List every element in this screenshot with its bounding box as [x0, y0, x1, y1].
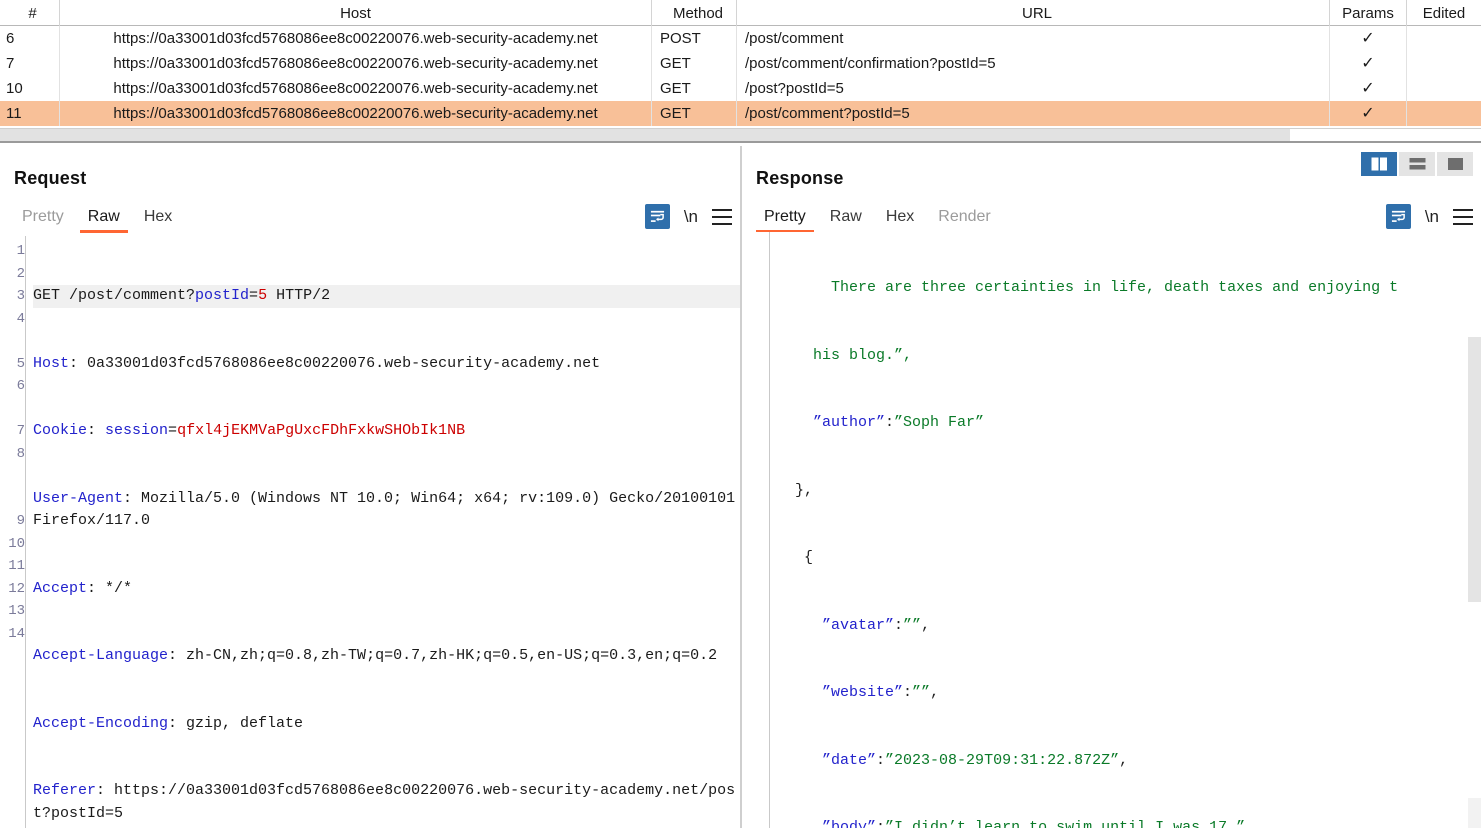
- request-line-1: GET /post/comment?postId=5 HTTP/2: [33, 285, 740, 308]
- row-method: GET: [652, 76, 737, 101]
- hamburger-menu-icon[interactable]: [712, 209, 732, 225]
- tab-response-pretty[interactable]: Pretty: [752, 208, 818, 233]
- word-wrap-icon[interactable]: [645, 204, 670, 229]
- row-host: https://0a33001d03fcd5768086ee8c00220076…: [60, 51, 652, 76]
- response-line-1: There are three certainties in life, dea…: [795, 277, 1481, 300]
- row-number: 7: [0, 51, 60, 76]
- row-params-check: ✓: [1330, 26, 1407, 51]
- row-method: GET: [652, 51, 737, 76]
- request-line-7: Accept-Encoding: gzip, deflate: [33, 713, 740, 736]
- layout-toggle-group: [1361, 152, 1473, 176]
- response-tabbar: Pretty Raw Hex Render \n: [742, 197, 1481, 233]
- column-header-url[interactable]: URL: [737, 0, 1330, 26]
- request-line-2: Host: 0a33001d03fcd5768086ee8c00220076.w…: [33, 353, 740, 376]
- tab-request-pretty[interactable]: Pretty: [10, 208, 76, 233]
- request-tabbar: Pretty Raw Hex \n: [0, 197, 740, 233]
- table-header-row: # Host Method URL Params Edited: [0, 0, 1481, 26]
- response-line-2: his blog.”,: [795, 345, 1481, 368]
- response-line-6: ”avatar”:””,: [795, 615, 1481, 638]
- response-line-9: ”body”:”I didn’t learn to swim until I w…: [795, 817, 1481, 828]
- response-line-numbers: [742, 232, 770, 828]
- word-wrap-icon[interactable]: [1386, 204, 1411, 229]
- request-panel-title: Request: [0, 146, 740, 189]
- response-editor[interactable]: There are three certainties in life, dea…: [742, 232, 1481, 828]
- request-line-numbers: 123 4 5 6 7 8 91011 121314: [0, 236, 26, 828]
- request-line-5: Accept: */*: [33, 578, 740, 601]
- row-edited: [1407, 76, 1481, 101]
- response-line-4: },: [795, 480, 1481, 503]
- request-editor[interactable]: 123 4 5 6 7 8 91011 121314 GET /post/com…: [0, 236, 740, 828]
- proxy-history-table[interactable]: # Host Method URL Params Edited 6 https:…: [0, 0, 1481, 130]
- single-pane-layout-button[interactable]: [1437, 152, 1473, 176]
- row-params-check: ✓: [1330, 101, 1407, 126]
- row-url: /post?postId=5: [737, 76, 1330, 101]
- tab-request-hex[interactable]: Hex: [132, 208, 184, 233]
- response-line-7: ”website”:””,: [795, 682, 1481, 705]
- column-header-number[interactable]: #: [0, 0, 60, 26]
- response-panel: Response Pretty Raw Hex Render \n: [742, 146, 1481, 828]
- newline-toggle[interactable]: \n: [684, 207, 698, 227]
- row-edited: [1407, 101, 1481, 126]
- request-code[interactable]: GET /post/comment?postId=5 HTTP/2 Host: …: [27, 236, 740, 828]
- request-line-8: Referer: https://0a33001d03fcd5768086ee8…: [33, 780, 740, 825]
- row-url: /post/comment: [737, 26, 1330, 51]
- response-line-3: ”author”:”Soph Far”: [795, 412, 1481, 435]
- tab-response-raw[interactable]: Raw: [818, 208, 874, 233]
- hamburger-menu-icon[interactable]: [1453, 209, 1473, 225]
- side-by-side-layout-button[interactable]: [1361, 152, 1397, 176]
- column-header-params[interactable]: Params: [1330, 0, 1407, 26]
- row-params-check: ✓: [1330, 76, 1407, 101]
- column-header-edited[interactable]: Edited: [1407, 0, 1481, 26]
- row-number: 6: [0, 26, 60, 51]
- request-line-4: User-Agent: Mozilla/5.0 (Windows NT 10.0…: [33, 488, 740, 533]
- row-edited: [1407, 26, 1481, 51]
- row-number: 11: [0, 101, 60, 126]
- row-method: GET: [652, 101, 737, 126]
- table-row[interactable]: 6 https://0a33001d03fcd5768086ee8c002200…: [0, 26, 1481, 51]
- response-scrollbar-corner: [1468, 798, 1481, 828]
- table-row[interactable]: 7 https://0a33001d03fcd5768086ee8c002200…: [0, 51, 1481, 76]
- row-method: POST: [652, 26, 737, 51]
- request-line-6: Accept-Language: zh-CN,zh;q=0.8,zh-TW;q=…: [33, 645, 740, 668]
- row-edited: [1407, 51, 1481, 76]
- tab-response-hex[interactable]: Hex: [874, 208, 926, 233]
- newline-toggle[interactable]: \n: [1425, 207, 1439, 227]
- tab-request-raw[interactable]: Raw: [76, 208, 132, 233]
- column-header-method[interactable]: Method: [652, 0, 737, 26]
- row-params-check: ✓: [1330, 51, 1407, 76]
- response-code[interactable]: There are three certainties in life, dea…: [771, 232, 1481, 828]
- request-panel: Request Pretty Raw Hex \n 123 4 5: [0, 146, 740, 828]
- response-vertical-scroll-thumb[interactable]: [1468, 337, 1481, 602]
- response-line-5: {: [795, 547, 1481, 570]
- horizontal-splitter[interactable]: [0, 141, 1481, 143]
- row-url: /post/comment?postId=5: [737, 101, 1330, 126]
- column-header-host[interactable]: Host: [60, 0, 652, 26]
- row-url: /post/comment/confirmation?postId=5: [737, 51, 1330, 76]
- table-row[interactable]: 10 https://0a33001d03fcd5768086ee8c00220…: [0, 76, 1481, 101]
- tab-response-render[interactable]: Render: [926, 208, 1002, 233]
- row-host: https://0a33001d03fcd5768086ee8c00220076…: [60, 101, 652, 126]
- response-tab-tools: \n: [1386, 204, 1473, 229]
- request-line-3: Cookie: session=qfxl4jEKMVaPgUxcFDhFxkwS…: [33, 420, 740, 443]
- row-number: 10: [0, 76, 60, 101]
- response-line-8: ”date”:”2023-08-29T09:31:22.872Z”,: [795, 750, 1481, 773]
- row-host: https://0a33001d03fcd5768086ee8c00220076…: [60, 76, 652, 101]
- stacked-layout-button[interactable]: [1399, 152, 1435, 176]
- row-host: https://0a33001d03fcd5768086ee8c00220076…: [60, 26, 652, 51]
- table-row-selected[interactable]: 11 https://0a33001d03fcd5768086ee8c00220…: [0, 101, 1481, 126]
- history-horizontal-scroll-thumb[interactable]: [0, 129, 1290, 141]
- request-tab-tools: \n: [645, 204, 732, 229]
- history-horizontal-scrollbar[interactable]: [0, 128, 1481, 140]
